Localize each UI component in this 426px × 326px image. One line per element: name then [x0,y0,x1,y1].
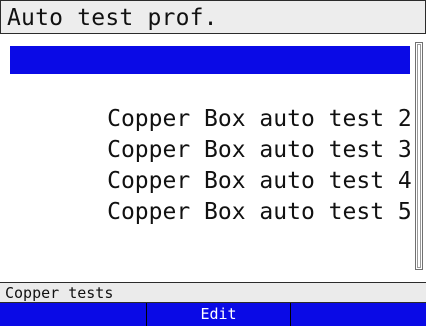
device-screen: Auto test prof. •Copper Box auto test 1 … [0,0,426,326]
list-item[interactable]: Copper Box auto test 3 [10,108,412,163]
status-bar: Copper tests [0,282,426,303]
softkey-edit[interactable]: Edit [147,303,291,326]
softkey-bar: Edit [0,303,426,326]
status-text: Copper tests [5,284,114,302]
list-item[interactable]: Copper Box auto test 2 [10,77,412,132]
list-item[interactable]: Copper Box auto test 4 [10,139,412,194]
page-title: Auto test prof. [7,5,218,31]
list-scrollbar[interactable] [415,42,423,270]
list-item[interactable]: •Copper Box auto test 1 [10,46,412,101]
profile-list: •Copper Box auto test 1 Copper Box auto … [0,34,426,272]
list-item-label: Copper Box auto test 5 [107,199,412,225]
softkey-left[interactable] [0,303,147,326]
list-item[interactable]: Copper Box auto test 5 [10,170,412,225]
scrollbar-thumb[interactable] [417,44,421,268]
title-bar: Auto test prof. [0,0,426,34]
softkey-right[interactable] [291,303,426,326]
